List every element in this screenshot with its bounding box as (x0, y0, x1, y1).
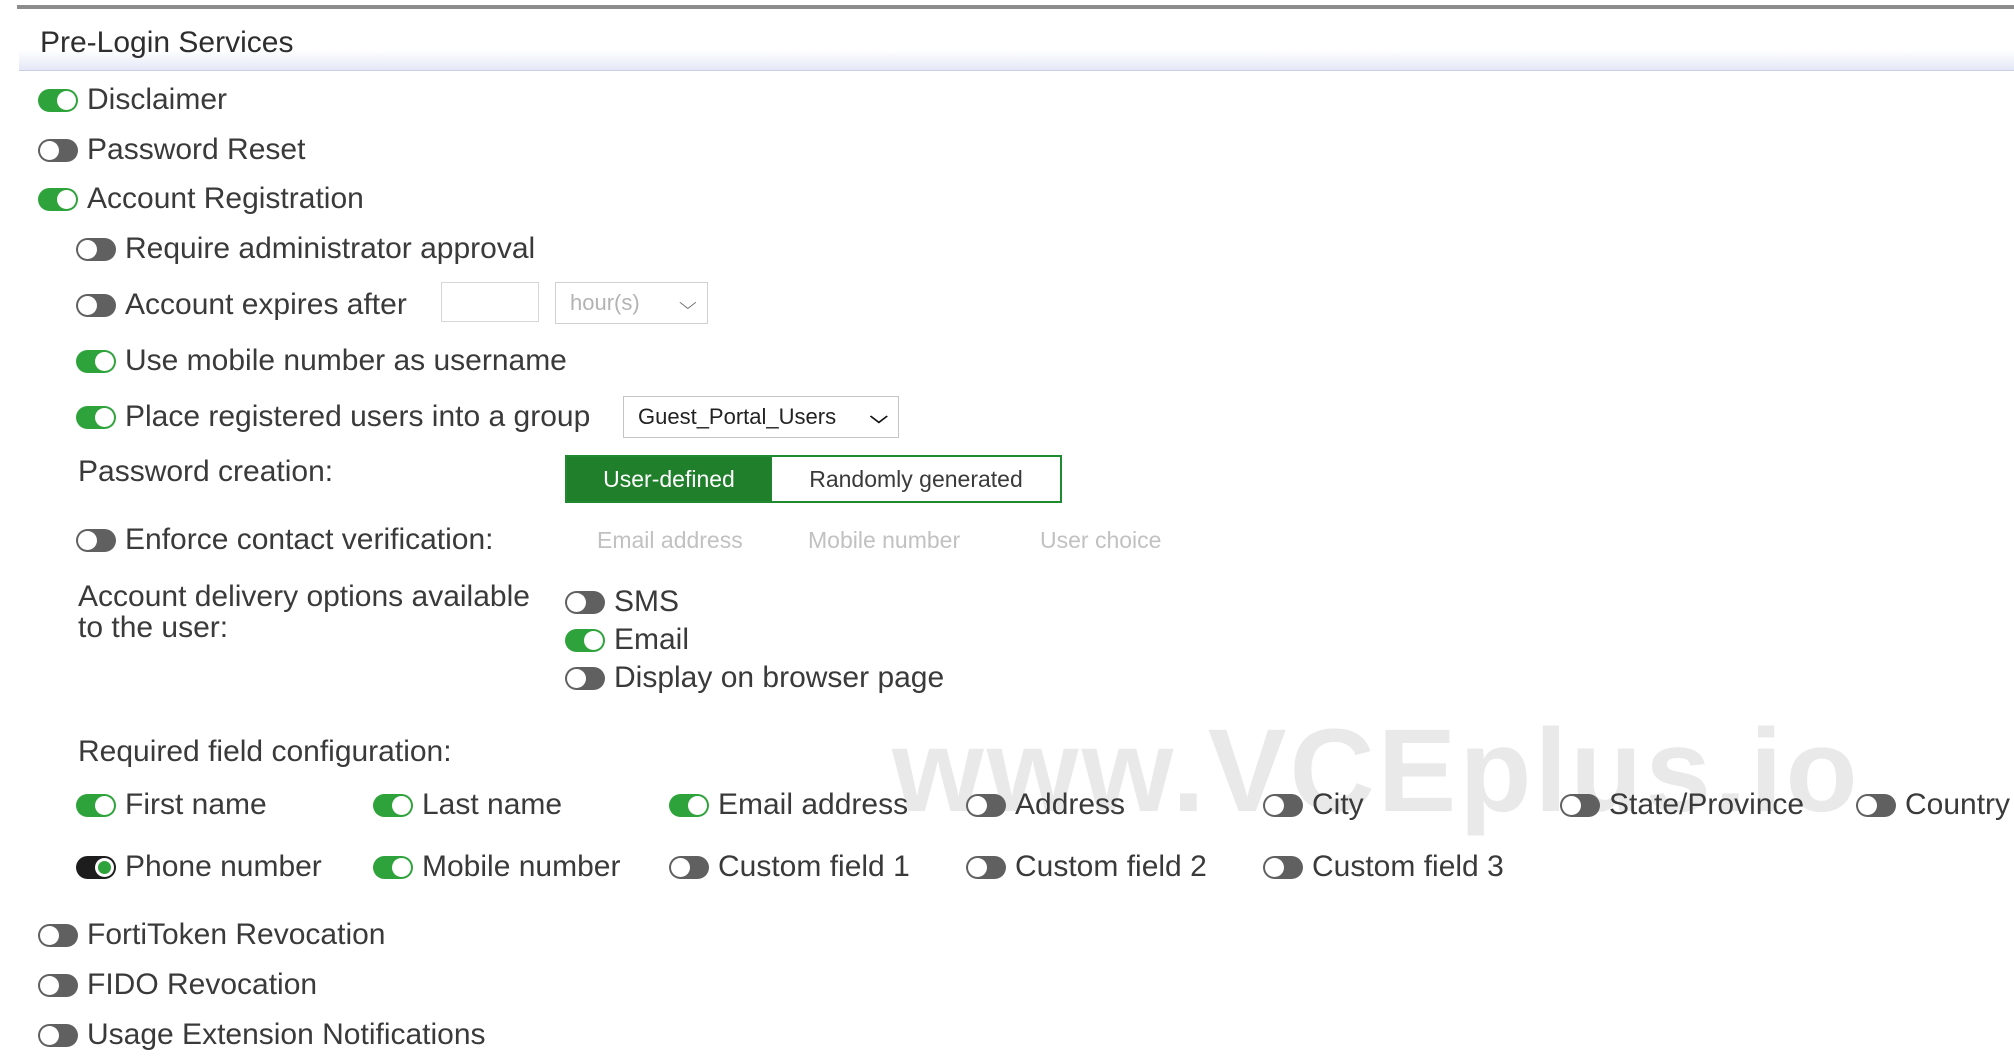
field-address-toggle[interactable] (966, 793, 1006, 817)
account-registration-row: Account Registration (38, 182, 364, 216)
field-country-toggle[interactable] (1856, 793, 1896, 817)
disclaimer-label: Disclaimer (87, 83, 228, 116)
delivery-email-label: Email (614, 623, 690, 656)
delivery-sms-toggle[interactable] (565, 590, 605, 614)
place-group-row: Place registered users into a group (76, 400, 590, 434)
place-group-label: Place registered users into a group (125, 400, 591, 433)
field-custom-2-toggle[interactable] (966, 855, 1006, 879)
chevron-down-icon: ⌵ (870, 406, 889, 427)
field-custom-2-label: Custom field 2 (1015, 850, 1207, 883)
field-email-address: Email address (669, 788, 908, 822)
disclaimer-toggle[interactable] (38, 88, 78, 112)
account-registration-toggle[interactable] (38, 187, 78, 211)
mobile-username-row: Use mobile number as username (76, 344, 567, 378)
fortitoken-revocation-row: FortiToken Revocation (38, 918, 385, 952)
field-custom-1-toggle[interactable] (669, 855, 709, 879)
field-country-label: Country (1905, 788, 2011, 821)
group-select[interactable]: Guest_Portal_Users ⌵ (623, 396, 899, 438)
delivery-sms-label: SMS (614, 585, 680, 618)
password-reset-row: Password Reset (38, 133, 305, 167)
contact-verification-row: Enforce contact verification: (76, 523, 494, 557)
field-phone-number-toggle[interactable] (76, 855, 116, 879)
section-title: Pre-Login Services (40, 26, 294, 59)
account-expires-toggle[interactable] (76, 293, 116, 317)
delivery-sms-row: SMS (565, 585, 679, 619)
usage-extension-row: Usage Extension Notifications (38, 1018, 486, 1052)
mobile-username-label: Use mobile number as username (125, 344, 567, 377)
delivery-browser-row: Display on browser page (565, 661, 944, 695)
field-state-province: State/Province (1560, 788, 1804, 822)
field-custom-2: Custom field 2 (966, 850, 1207, 884)
account-expires-row: Account expires after (76, 288, 407, 322)
group-select-value: Guest_Portal_Users (638, 404, 837, 429)
field-email-address-label: Email address (718, 788, 909, 821)
verify-user-choice-option[interactable]: User choice (1040, 527, 1161, 554)
randomly-generated-option[interactable]: Randomly generated (771, 457, 1060, 501)
require-approval-row: Require administrator approval (76, 232, 535, 266)
field-mobile-number: Mobile number (373, 850, 620, 884)
delivery-label-line1: Account delivery options available (78, 580, 530, 613)
mobile-username-toggle[interactable] (76, 349, 116, 373)
account-expires-input[interactable] (441, 282, 539, 322)
usage-extension-toggle[interactable] (38, 1023, 78, 1047)
expiry-unit-select[interactable]: hour(s) ⌵ (555, 282, 708, 324)
field-first-name-label: First name (125, 788, 267, 821)
section-header: Pre-Login Services (19, 20, 2014, 71)
fortitoken-revocation-toggle[interactable] (38, 923, 78, 947)
require-approval-toggle[interactable] (76, 237, 116, 261)
verify-mobile-option[interactable]: Mobile number (808, 527, 960, 554)
field-mobile-number-label: Mobile number (422, 850, 621, 883)
account-expires-label: Account expires after (125, 288, 407, 321)
field-custom-3: Custom field 3 (1263, 850, 1504, 884)
place-group-toggle[interactable] (76, 405, 116, 429)
fortitoken-revocation-label: FortiToken Revocation (87, 918, 386, 951)
field-city: City (1263, 788, 1364, 822)
disclaimer-row: Disclaimer (38, 83, 227, 117)
account-registration-label: Account Registration (87, 182, 364, 215)
chevron-down-icon: ⌵ (679, 292, 698, 313)
fido-revocation-row: FIDO Revocation (38, 968, 317, 1002)
field-custom-1-label: Custom field 1 (718, 850, 910, 883)
expiry-unit-value: hour(s) (570, 290, 640, 315)
field-state-province-label: State/Province (1609, 788, 1805, 821)
verify-email-option[interactable]: Email address (597, 527, 743, 554)
field-country: Country (1856, 788, 2010, 822)
password-reset-label: Password Reset (87, 133, 306, 166)
field-city-toggle[interactable] (1263, 793, 1303, 817)
field-phone-number-label: Phone number (125, 850, 322, 883)
field-last-name: Last name (373, 788, 562, 822)
field-address: Address (966, 788, 1125, 822)
delivery-browser-label: Display on browser page (614, 661, 945, 694)
field-email-address-toggle[interactable] (669, 793, 709, 817)
field-first-name-toggle[interactable] (76, 793, 116, 817)
contact-verification-toggle[interactable] (76, 528, 116, 552)
field-custom-1: Custom field 1 (669, 850, 910, 884)
password-creation-segment: User-defined Randomly generated (565, 455, 1062, 503)
field-first-name: First name (76, 788, 267, 822)
delivery-email-toggle[interactable] (565, 628, 605, 652)
password-reset-toggle[interactable] (38, 138, 78, 162)
field-custom-3-toggle[interactable] (1263, 855, 1303, 879)
field-last-name-toggle[interactable] (373, 793, 413, 817)
password-creation-label: Password creation: (78, 455, 334, 488)
delivery-browser-toggle[interactable] (565, 666, 605, 690)
fido-revocation-toggle[interactable] (38, 973, 78, 997)
field-last-name-label: Last name (422, 788, 563, 821)
require-approval-label: Require administrator approval (125, 232, 536, 265)
required-fields-label: Required field configuration: (78, 735, 452, 768)
delivery-label-line2: to the user: (78, 611, 229, 644)
usage-extension-label: Usage Extension Notifications (87, 1018, 486, 1051)
field-state-province-toggle[interactable] (1560, 793, 1600, 817)
field-phone-number: Phone number (76, 850, 322, 884)
field-custom-3-label: Custom field 3 (1312, 850, 1504, 883)
field-city-label: City (1312, 788, 1364, 821)
field-address-label: Address (1015, 788, 1126, 821)
top-border (17, 5, 2014, 9)
fido-revocation-label: FIDO Revocation (87, 968, 318, 1001)
user-defined-option[interactable]: User-defined (567, 457, 771, 501)
field-mobile-number-toggle[interactable] (373, 855, 413, 879)
contact-verification-label: Enforce contact verification: (125, 523, 494, 556)
delivery-email-row: Email (565, 623, 689, 657)
